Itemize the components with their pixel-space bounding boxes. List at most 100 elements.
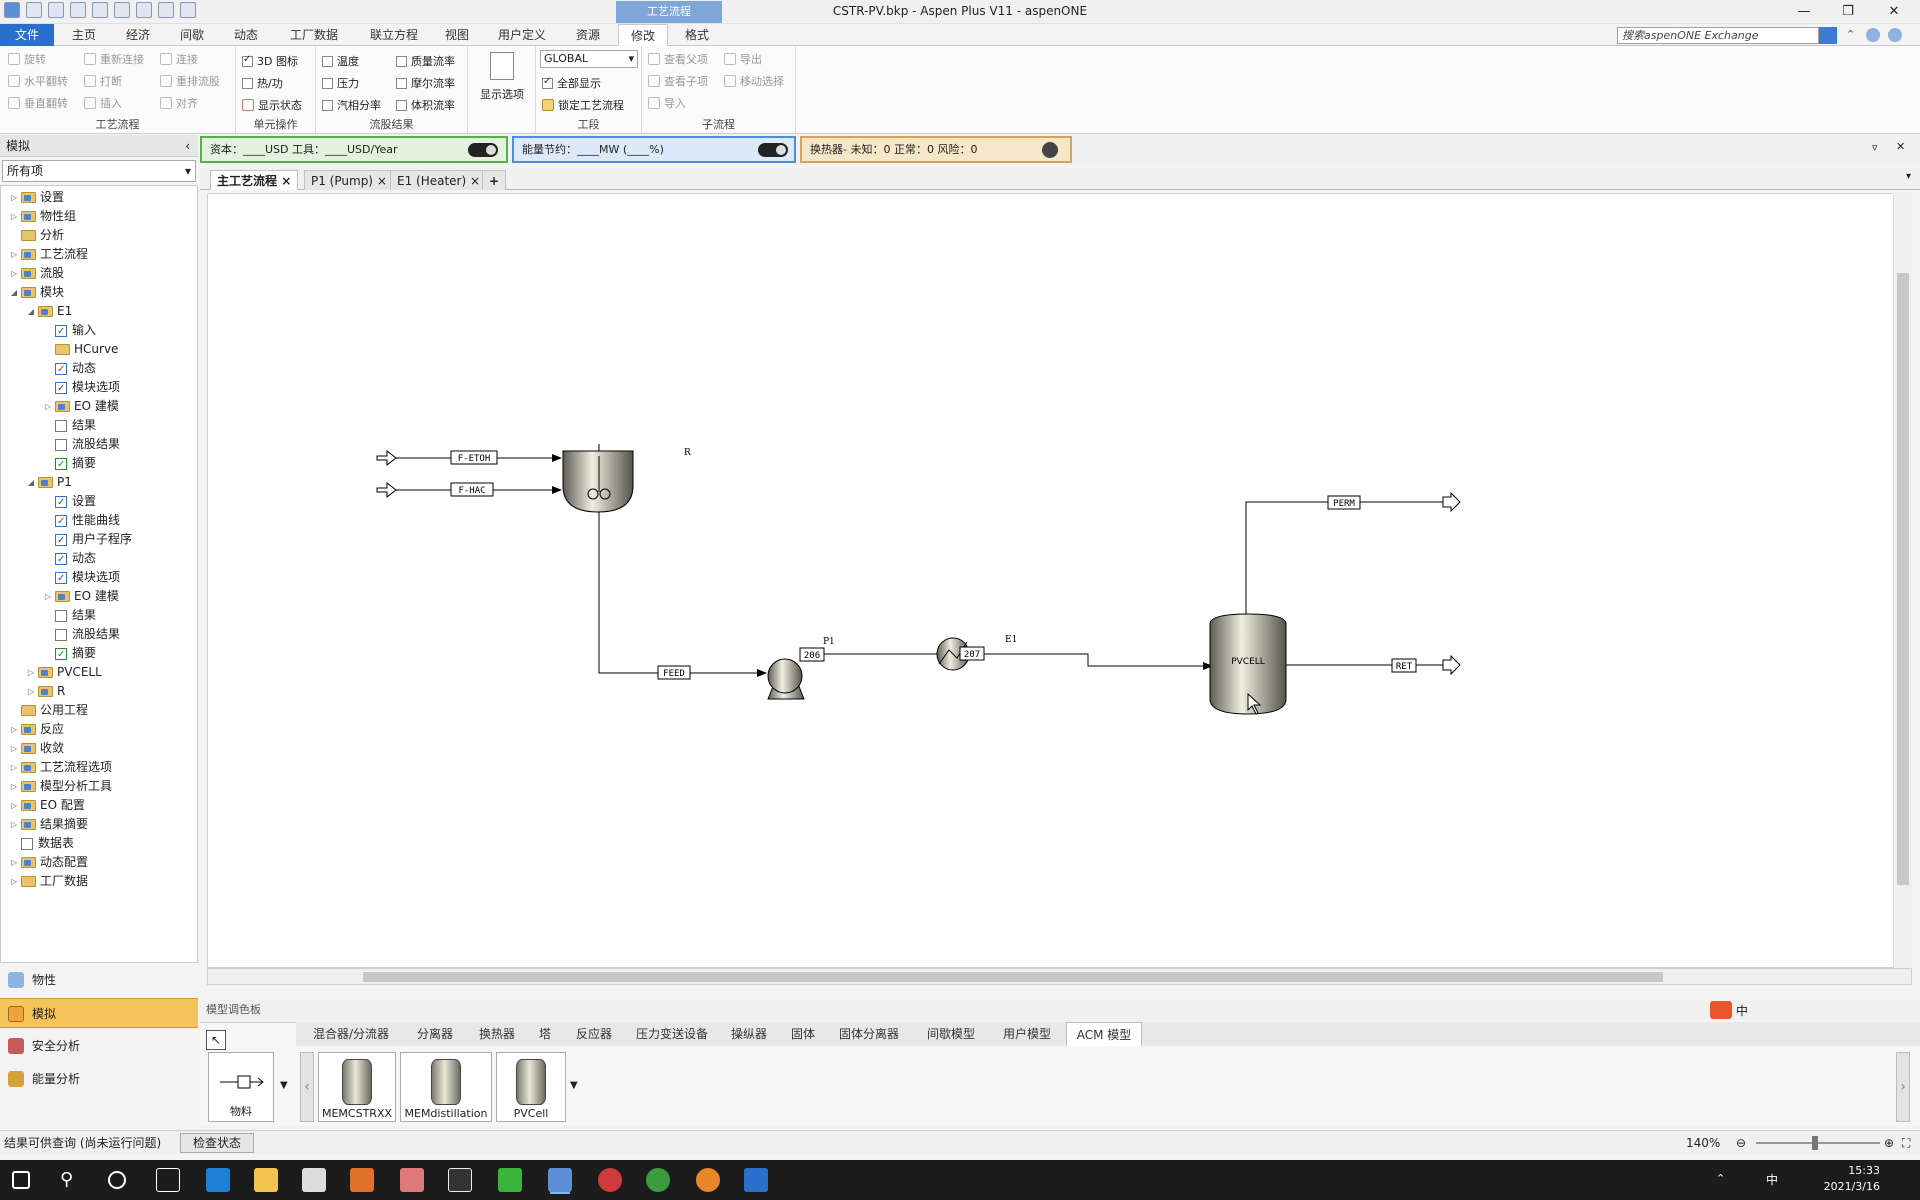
palette-tab[interactable]: 换热器	[472, 1022, 522, 1046]
tree-expand-icon[interactable]: ▷	[9, 815, 19, 834]
display-options-button[interactable]: 显示选项	[468, 86, 536, 102]
stream-line-207[interactable]	[969, 653, 1213, 670]
insert-button[interactable]: 插入	[84, 94, 122, 112]
tree-item[interactable]: ▷ 工厂数据	[9, 872, 88, 891]
mass-flow-checkbox[interactable]: 质量流率	[396, 52, 455, 70]
netease-music-icon[interactable]	[598, 1168, 622, 1192]
chevron-down-icon[interactable]: ▼	[570, 1080, 578, 1091]
tree-item[interactable]: HCurve	[43, 340, 118, 359]
tree-item[interactable]: 流股结果	[43, 625, 120, 644]
tree-item[interactable]: 数据表	[9, 834, 74, 853]
show-all-checkbox[interactable]: 全部显示	[542, 74, 601, 92]
chevron-down-icon[interactable]: ▿	[1872, 141, 1878, 154]
close-icon[interactable]: ✕	[1896, 140, 1905, 153]
stream-label-206[interactable]: 206	[804, 651, 820, 661]
tree-expand-icon[interactable]: ◢	[26, 473, 36, 492]
stream-label-perm[interactable]: PERM	[1333, 499, 1355, 509]
info-icon[interactable]	[1888, 28, 1902, 42]
tree-expand-icon[interactable]: ▷	[9, 739, 19, 758]
stream-label-feed[interactable]: FEED	[663, 669, 685, 679]
windows-start-icon[interactable]	[12, 1171, 30, 1189]
tab-file[interactable]: 文件	[0, 24, 54, 46]
chevron-down-icon[interactable]: ▼	[280, 1080, 288, 1091]
restore-button[interactable]: ❐	[1826, 2, 1870, 22]
palette-item-memdistillation[interactable]: MEMdistillation	[400, 1052, 492, 1122]
tree-item[interactable]: ▷ 模型分析工具	[9, 777, 112, 796]
tree-item[interactable]: ▷ EO 建模	[43, 587, 119, 606]
tree-item[interactable]: 动态	[43, 359, 96, 379]
pressure-checkbox[interactable]: 压力	[322, 74, 359, 92]
export-button[interactable]: 导出	[724, 50, 762, 68]
task-view-icon[interactable]	[156, 1168, 180, 1192]
reroute-streams-button[interactable]: 重排流股	[160, 72, 220, 90]
qq-icon[interactable]	[448, 1168, 472, 1192]
block-label-e1[interactable]: E1	[1005, 635, 1017, 645]
close-icon[interactable]: ×	[377, 174, 387, 188]
tree-expand-icon[interactable]: ▷	[43, 587, 53, 606]
view-parent-button[interactable]: 查看父项	[648, 50, 708, 68]
align-button[interactable]: 对齐	[160, 94, 198, 112]
tree-item[interactable]: 摘要	[43, 644, 96, 664]
section-select[interactable]: GLOBAL ▾	[540, 50, 638, 68]
app-icon[interactable]	[400, 1168, 424, 1192]
tab-equation-oriented[interactable]: 联立方程	[358, 24, 430, 46]
gauge-icon[interactable]	[1042, 142, 1058, 158]
nav-button-properties[interactable]: 物性	[0, 965, 198, 995]
palette-tab[interactable]: 塔	[530, 1022, 560, 1046]
file-explorer-icon[interactable]	[254, 1168, 278, 1192]
collapse-pane-icon[interactable]: ‹	[185, 135, 190, 157]
tree-item[interactable]: ▷ PVCELL	[26, 663, 102, 682]
palette-tab[interactable]: 分离器	[406, 1022, 464, 1046]
capital-cost-panel[interactable]: 资本：____USD 工具：____USD/Year	[200, 136, 508, 163]
tree-item[interactable]: ▷ 流股	[9, 264, 64, 283]
block-label-r[interactable]: R	[684, 448, 691, 458]
minimize-button[interactable]: —	[1782, 2, 1826, 22]
aspen-plus-taskbar-icon[interactable]	[548, 1168, 572, 1192]
tree-expand-icon[interactable]: ▷	[9, 777, 19, 796]
select-mode-arrow-icon[interactable]: ↖	[206, 1030, 226, 1050]
stream-line-perm[interactable]	[1245, 501, 1443, 614]
close-icon[interactable]: ×	[470, 174, 480, 188]
tree-item[interactable]: ▷ 反应	[9, 720, 64, 739]
tab-customize[interactable]: 用户定义	[486, 24, 558, 46]
search-icon[interactable]	[1819, 27, 1837, 44]
palette-item-material-stream[interactable]: 物料	[208, 1052, 274, 1122]
tree-expand-icon[interactable]: ▷	[43, 397, 53, 416]
flowsheet-canvas[interactable]: F-ETOH F-HAC FEED 206 207 PERM RET R P1 …	[207, 193, 1912, 968]
tab-format[interactable]: 格式	[674, 24, 720, 46]
tree-item[interactable]: ▷ 工艺流程选项	[9, 758, 112, 777]
heat-work-checkbox[interactable]: 热/功	[242, 74, 283, 92]
check-status-button[interactable]: 检查状态	[180, 1133, 255, 1153]
tree-item[interactable]: ◢ 模块	[9, 283, 64, 302]
volume-flow-checkbox[interactable]: 体积流率	[396, 96, 455, 114]
tree-expand-icon[interactable]: ▷	[9, 720, 19, 739]
tree-item[interactable]: ▷ 设置	[9, 188, 64, 207]
palette-tab[interactable]: 混合器/分流器	[304, 1022, 398, 1046]
chrome-icon[interactable]	[646, 1168, 670, 1192]
tab-resources[interactable]: 资源	[564, 24, 612, 46]
zoom-slider[interactable]	[1756, 1142, 1880, 1144]
tree-expand-icon[interactable]: ▷	[9, 245, 19, 264]
stream-label-f-etoh[interactable]: F-ETOH	[458, 454, 491, 464]
palette-tab[interactable]: 固体分离器	[832, 1022, 906, 1046]
cortana-icon[interactable]	[108, 1171, 126, 1189]
tab-list-chevron-icon[interactable]: ▾	[1906, 171, 1911, 182]
tree-item[interactable]: 模块选项	[43, 568, 120, 588]
reconnect-button[interactable]: 重新连接	[84, 50, 144, 68]
firefox-icon[interactable]	[696, 1168, 720, 1192]
group-display-options[interactable]: 显示选项	[468, 46, 536, 134]
tab-main-flowsheet[interactable]: 主工艺流程 ×	[210, 170, 299, 190]
tree-expand-icon[interactable]: ▷	[9, 188, 19, 207]
zoom-out-icon[interactable]: ⊖	[1736, 1131, 1746, 1155]
tree-expand-icon[interactable]: ▷	[9, 796, 19, 815]
tree-item[interactable]: 公用工程	[9, 701, 88, 720]
import-button[interactable]: 导入	[648, 94, 686, 112]
block-p1-pump[interactable]	[767, 658, 805, 700]
tab-home[interactable]: 主页	[60, 24, 108, 46]
tree-item[interactable]: 摘要	[43, 454, 96, 474]
tab-view[interactable]: 视图	[436, 24, 478, 46]
tab-e1-heater[interactable]: E1 (Heater) ×	[390, 170, 488, 190]
close-icon[interactable]: ×	[281, 174, 291, 188]
tree-item[interactable]: 结果	[43, 416, 96, 435]
tree-item[interactable]: ▷ EO 配置	[9, 796, 85, 815]
